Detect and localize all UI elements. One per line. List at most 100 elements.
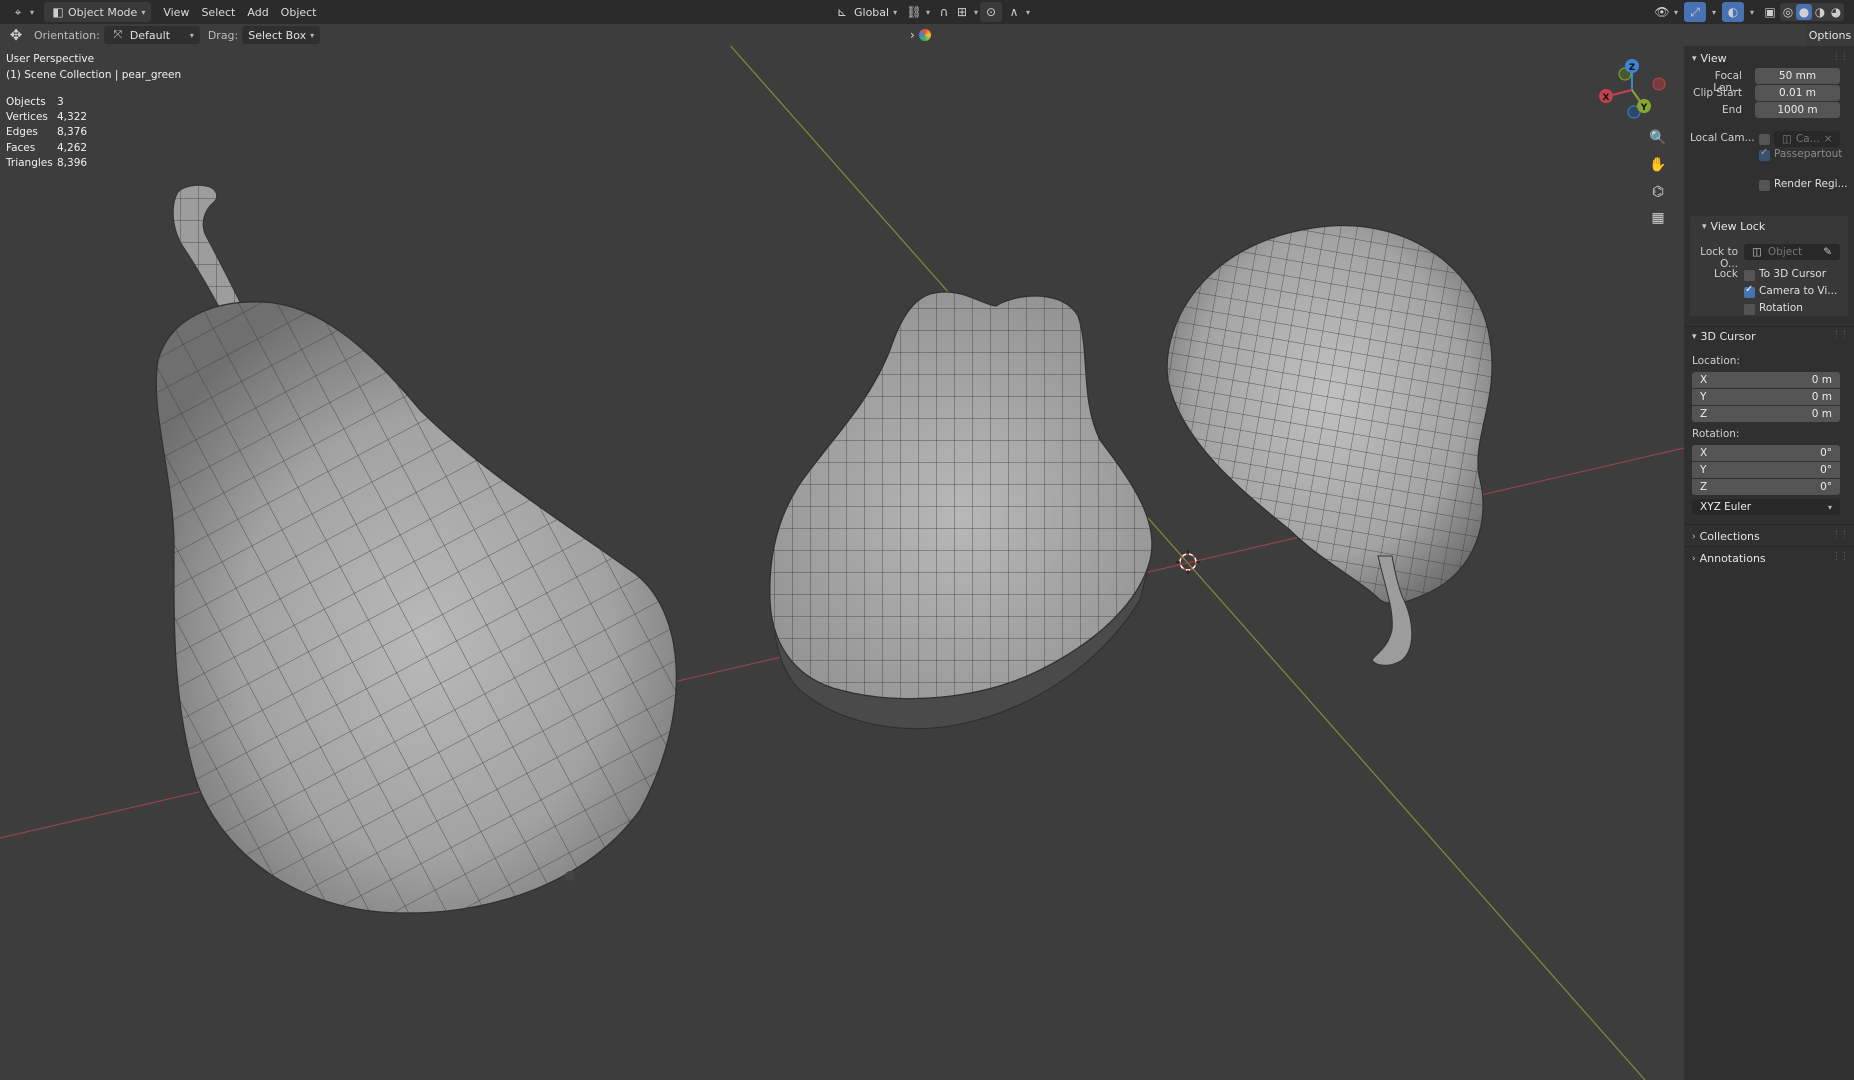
snap-target-dropdown[interactable]: ⊞ ▾ <box>948 2 984 22</box>
visibility-dropdown[interactable]: 👁 ▾ <box>1648 2 1684 22</box>
material-shading-icon[interactable]: ◑ <box>1812 4 1828 20</box>
axis-label: X <box>1700 374 1708 386</box>
drag-dropdown[interactable]: Select Box ▾ <box>242 26 321 44</box>
eyedropper-icon[interactable]: ✎ <box>1823 246 1832 258</box>
proportional-edit-toggle[interactable]: ⊙ <box>980 2 1002 22</box>
pear-middle-half[interactable] <box>769 291 1153 730</box>
gizmo-toggle[interactable]: ⤢ <box>1684 2 1706 22</box>
collections-panel-header[interactable]: › Collections <box>1692 530 1760 543</box>
menu-object[interactable]: Object <box>275 2 323 22</box>
clip-start-label: Clip Start <box>1693 87 1742 99</box>
camera-icon: ⌬ <box>1651 184 1665 200</box>
x-axis-label: X <box>1603 93 1610 103</box>
lock-object-placeholder: Object <box>1767 246 1803 258</box>
cursor-rotation-z[interactable]: Z 0° <box>1692 479 1840 495</box>
rotation-mode-dropdown[interactable]: XYZ Euler ▾ <box>1692 499 1840 515</box>
orientation-dropdown[interactable]: ⤧ Default ▾ <box>103 26 200 44</box>
cursor-rotation-y[interactable]: Y 0° <box>1692 462 1840 478</box>
collections-title: Collections <box>1699 530 1760 543</box>
gizmo-icon: ⤢ <box>1690 4 1700 19</box>
transform-orientation-label: Global <box>854 5 890 19</box>
perspective-toggle-button[interactable]: ▦ <box>1647 207 1669 229</box>
asset-shelf-toggle[interactable]: › <box>910 25 950 45</box>
drag-handle-icon[interactable]: ⋮⋮ <box>1832 52 1849 62</box>
view-panel-title: View <box>1700 52 1727 65</box>
solid-shading-icon[interactable]: ● <box>1796 4 1812 20</box>
lock-rotation-checkbox[interactable] <box>1744 304 1755 315</box>
view-name: User Perspective <box>6 53 95 65</box>
passepartout-checkbox[interactable] <box>1759 147 1770 161</box>
rotation-label: Rotation: <box>1692 428 1740 440</box>
pear-left[interactable] <box>155 184 677 914</box>
xray-toggle[interactable]: ▣ <box>1760 2 1780 22</box>
local-camera-field[interactable]: ◫ Ca... × <box>1774 131 1840 147</box>
menu-view[interactable]: View <box>157 2 195 22</box>
viewport-editor-icon: ⌖ <box>14 4 22 19</box>
menu-add[interactable]: Add <box>241 2 274 22</box>
zoom-icon: 🔍 <box>1649 130 1667 146</box>
sidebar-panel: ▾ View ⋮⋮ Focal Len... 50 mm Clip Start 0… <box>1684 46 1854 1080</box>
clip-start-field[interactable]: 0.01 m <box>1755 85 1840 101</box>
camera-object-icon: ◫ <box>1782 133 1792 145</box>
orientation-icon: ⊾ <box>836 5 848 19</box>
pear-right[interactable] <box>1166 224 1493 666</box>
local-camera-checkbox[interactable] <box>1759 134 1770 145</box>
rendered-shading-icon[interactable]: ◕ <box>1828 4 1844 20</box>
lock-to-object-field[interactable]: ◫ Object ✎ <box>1744 244 1840 260</box>
chevron-down-icon: ▾ <box>189 30 194 40</box>
cursor-location-x[interactable]: X 0 m <box>1692 372 1840 388</box>
overlays-dropdown[interactable]: ▾ <box>1744 2 1756 22</box>
drag-value: Select Box <box>248 28 307 42</box>
chevron-down-icon: ▾ <box>310 30 315 40</box>
editor-type-button[interactable]: ⌖ ▾ <box>4 2 40 22</box>
annotations-panel-header[interactable]: › Annotations <box>1692 552 1766 565</box>
lock-to-cursor-checkbox[interactable] <box>1744 270 1755 281</box>
lock-to-cursor-label: To 3D Cursor <box>1759 268 1827 280</box>
viewport-canvas[interactable]: Z X Y <box>0 46 1684 1080</box>
gizmo-dropdown[interactable]: ▾ <box>1706 2 1718 22</box>
lock-label: Lock <box>1714 268 1738 280</box>
view-panel-header[interactable]: ▾ View <box>1692 52 1727 65</box>
transform-orientation-dropdown[interactable]: ⊾ Global ▾ <box>828 2 903 22</box>
menu-select[interactable]: Select <box>195 2 241 22</box>
mode-dropdown[interactable]: ◧ Object Mode ▾ <box>44 2 152 22</box>
overlays-icon: ◐ <box>1727 5 1739 19</box>
drag-handle-icon[interactable]: ⋮⋮ <box>1832 552 1849 562</box>
chevron-down-icon: ▾ <box>1674 7 1679 17</box>
local-camera-value: Ca... <box>1795 133 1820 145</box>
cursor-location-y[interactable]: Y 0 m <box>1692 389 1840 405</box>
viewport-header: ⌖ ▾ ◧ Object Mode ▾ View Select Add Objec… <box>0 0 1854 24</box>
close-icon[interactable]: × <box>1824 133 1833 145</box>
axis-label: Y <box>1700 464 1707 476</box>
drag-handle-icon[interactable]: ⋮⋮ <box>1832 530 1849 540</box>
clip-end-field[interactable]: 1000 m <box>1755 102 1840 118</box>
wireframe-shading-icon[interactable]: ◎ <box>1780 4 1796 20</box>
proportional-falloff-dropdown[interactable]: ∧ ▾ <box>1000 2 1036 22</box>
pan-view-button[interactable]: ✋ <box>1647 154 1669 176</box>
chevron-down-icon: ▾ <box>974 7 979 17</box>
overlays-toggle[interactable]: ◐ <box>1722 2 1744 22</box>
view-lock-header[interactable]: ▾ View Lock <box>1702 220 1765 233</box>
render-region-checkbox[interactable] <box>1759 180 1770 191</box>
axis-value: 0 m <box>1811 374 1832 386</box>
cursor-location-z[interactable]: Z 0 m <box>1692 406 1840 422</box>
camera-to-view-checkbox[interactable] <box>1744 284 1755 298</box>
hand-icon: ✋ <box>1649 157 1667 173</box>
chevron-right-icon: › <box>1692 553 1696 564</box>
y-axis-label: Y <box>1640 103 1648 113</box>
navigation-gizmo[interactable]: Z X Y <box>1599 59 1666 119</box>
orientation-default-icon: ⤧ <box>113 28 123 41</box>
3d-cursor-panel-header[interactable]: ▾ 3D Cursor <box>1692 330 1756 343</box>
annotations-title: Annotations <box>1699 552 1766 565</box>
focal-length-field[interactable]: 50 mm <box>1755 68 1840 84</box>
camera-view-button[interactable]: ⌬ <box>1647 181 1669 203</box>
drag-handle-icon[interactable]: ⋮⋮ <box>1832 330 1849 340</box>
drag-label: Drag: <box>207 28 239 42</box>
stat-value: 4,262 <box>57 141 88 154</box>
cursor-rotation-x[interactable]: X 0° <box>1692 445 1840 461</box>
options-button[interactable]: Options <box>1806 24 1854 46</box>
clip-end-label: End <box>1722 104 1742 116</box>
zoom-view-button[interactable]: 🔍 <box>1647 127 1669 149</box>
camera-to-view-label: Camera to Vi... <box>1759 285 1838 297</box>
proportional-edit-icon: ⊙ <box>985 5 997 19</box>
